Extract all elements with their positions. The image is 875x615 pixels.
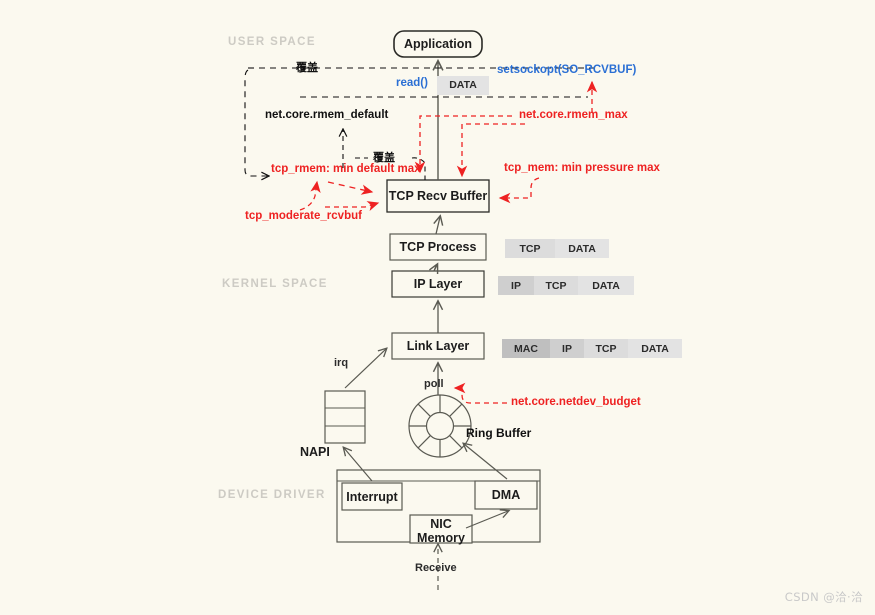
rmem-default-label: net.core.rmem_default xyxy=(265,109,389,121)
tcp-process-label[interactable]: TCP Process xyxy=(390,240,486,254)
overlay-mid-label: 覆盖 xyxy=(373,151,395,164)
packet-cell: TCP xyxy=(505,239,555,258)
nic-memory-label[interactable]: NIC Memory xyxy=(410,517,472,545)
flow-napi-to-link xyxy=(344,349,386,389)
packet-cell: TCP xyxy=(534,276,578,295)
packet-cell: IP xyxy=(498,276,534,295)
packet-cell: DATA xyxy=(555,239,609,258)
tcp-mem-label: tcp_mem: min pressure max xyxy=(504,162,660,174)
packet-cell: TCP xyxy=(584,339,628,358)
napi-box xyxy=(324,390,366,444)
nic-memory-line1: NIC xyxy=(430,517,452,531)
section-label-user-space: USER SPACE xyxy=(228,36,316,48)
read-call-label: read() xyxy=(396,77,428,89)
ring-buffer-graphic xyxy=(408,394,472,458)
annot-moderate-up xyxy=(299,180,321,211)
diagram-canvas: USER SPACE KERNEL SPACE DEVICE DRIVER Ap… xyxy=(0,0,875,615)
setsockopt-label: setsockopt(SO_RCVBUF) xyxy=(497,64,637,76)
section-label-kernel-space: KERNEL SPACE xyxy=(222,278,328,290)
packet-row-tcp: TCP DATA xyxy=(505,239,609,258)
napi-label: NAPI xyxy=(300,445,330,459)
packet-cell: IP xyxy=(550,339,584,358)
packet-row-ip: IP TCP DATA xyxy=(498,276,634,295)
annot-netdev-budget-link xyxy=(453,382,507,404)
annot-tcp-rmem-to-buffer xyxy=(327,181,374,195)
tcp-moderate-rcvbuf-label: tcp_moderate_rcvbuf xyxy=(245,210,362,222)
annot-left-bracket xyxy=(244,69,268,176)
flow-process-to-buffer xyxy=(436,217,440,235)
rmem-max-label: net.core.rmem_max xyxy=(519,109,628,121)
dma-label[interactable]: DMA xyxy=(475,488,537,502)
nic-memory-line2: Memory xyxy=(417,531,465,545)
annot-moderate-right xyxy=(325,201,380,212)
irq-label: irq xyxy=(334,357,349,369)
ring-buffer-label: Ring Buffer xyxy=(466,426,532,440)
tcp-recv-buffer-label[interactable]: TCP Recv Buffer xyxy=(387,189,489,203)
watermark: CSDN @洽·洽 xyxy=(784,590,863,604)
overlay-top-label: 覆盖 xyxy=(296,61,318,74)
packet-cell: MAC xyxy=(502,339,550,358)
tcp-rmem-label: tcp_rmem: min default max xyxy=(271,163,421,175)
packet-row-mac: MAC IP TCP DATA xyxy=(502,339,682,358)
interrupt-label[interactable]: Interrupt xyxy=(342,490,402,504)
poll-label: poll xyxy=(424,378,444,390)
link-layer-label[interactable]: Link Layer xyxy=(392,339,484,353)
packet-cell: DATA xyxy=(578,276,634,295)
netdev-budget-label: net.core.netdev_budget xyxy=(511,396,641,408)
receive-label: Receive xyxy=(415,562,457,574)
application-label[interactable]: Application xyxy=(394,37,482,51)
ip-layer-label[interactable]: IP Layer xyxy=(392,277,484,291)
annot-tcp-mem-link xyxy=(498,177,540,204)
data-box-label: DATA xyxy=(437,76,489,95)
section-label-device-driver: DEVICE DRIVER xyxy=(218,489,326,501)
packet-cell: DATA xyxy=(628,339,682,358)
